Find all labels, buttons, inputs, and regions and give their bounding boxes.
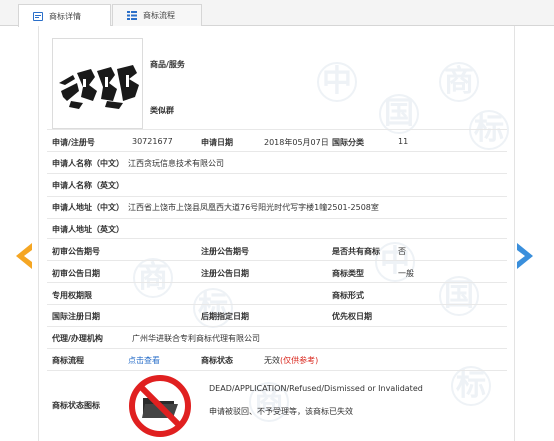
divider [47, 370, 507, 371]
prelim-date-label: 初审公告日期 [52, 269, 100, 278]
invalid-status-icon [129, 375, 191, 437]
agent-label: 代理/办理机构 [52, 334, 103, 343]
shared-trademark-value: 否 [398, 247, 406, 256]
watermark-char: 标 [469, 110, 509, 150]
watermark-char: 标 [451, 366, 491, 406]
tab-trademark-process[interactable]: 商标流程 [112, 4, 202, 26]
status-description-en: DEAD/APPLICATION/Refused/Dismissed or In… [209, 384, 423, 393]
tab-label: 商标详情 [49, 11, 81, 21]
watermark-char: 标 [193, 288, 233, 328]
reg-pub-date-label: 注册公告日期 [201, 269, 249, 278]
divider [47, 238, 507, 239]
address-en-label: 申请人地址（英文） [52, 225, 124, 234]
applicant-en-label: 申请人名称（英文） [52, 181, 124, 190]
shared-trademark-label: 是否共有商标 [332, 247, 380, 256]
trademark-detail-panel: 中 国 商 标 商 标 中 国 商 标 諸葛將 商品/服务 类似群 申请/注册号… [38, 26, 515, 441]
status-icon-label: 商标状态图标 [52, 401, 100, 410]
intl-class-label: 国际分类 [332, 138, 364, 147]
view-flow-link[interactable]: 点击查看 [128, 355, 160, 366]
trademark-form-label: 商标形式 [332, 291, 364, 300]
divider [47, 218, 507, 219]
tab-label: 商标流程 [143, 11, 175, 20]
watermark-char: 国 [379, 94, 419, 134]
apply-date-label: 申请日期 [201, 138, 233, 147]
applicant-cn-value: 江西贪玩信息技术有限公司 [128, 159, 224, 168]
logo-text: 諸葛將 [91, 120, 106, 127]
divider [47, 282, 507, 283]
status-text: 无效 [264, 356, 280, 365]
trademark-logo-image: 諸葛將 [52, 38, 143, 129]
tab-trademark-details[interactable]: 商标详情 [18, 4, 111, 27]
intl-reg-date-label: 国际注册日期 [52, 312, 100, 321]
watermark-char: 商 [133, 258, 173, 298]
id-card-icon [33, 11, 43, 21]
trademark-type-label: 商标类型 [332, 269, 364, 278]
apply-date-value: 2018年05月07日 [264, 138, 329, 147]
trademark-status-value: 无效(仅供参考) [264, 355, 318, 366]
reg-pub-no-label: 注册公告期号 [201, 247, 249, 256]
trademark-logo: 諸葛將 [59, 65, 139, 127]
list-icon [127, 11, 137, 20]
priority-date-label: 优先权日期 [332, 312, 372, 321]
exclusive-period-label: 专用权期限 [52, 291, 92, 300]
divider [47, 129, 507, 130]
trademark-type-value: 一般 [398, 269, 414, 278]
watermark-char: 商 [439, 62, 479, 102]
previous-arrow-icon[interactable] [16, 243, 32, 269]
agent-value: 广州华进联合专利商标代理有限公司 [132, 334, 260, 343]
divider [47, 151, 507, 152]
divider [47, 326, 507, 327]
trademark-flow-label: 商标流程 [52, 356, 84, 365]
similar-group-label: 类似群 [150, 106, 174, 115]
next-arrow-icon[interactable] [517, 243, 533, 269]
status-description-cn: 申请被驳回、不予受理等，该商标已失效 [209, 407, 353, 416]
applicant-cn-label: 申请人名称（中文） [52, 159, 124, 168]
address-cn-label: 申请人地址（中文） [52, 203, 124, 212]
divider [47, 173, 507, 174]
reg-no-label: 申请/注册号 [52, 138, 95, 147]
divider [47, 304, 507, 305]
tab-bar: 商标详情 商标流程 [0, 0, 554, 27]
watermark-char: 中 [317, 62, 357, 102]
divider [47, 348, 507, 349]
address-cn-value: 江西省上饶市上饶县凤凰西大道76号阳光时代写字楼1幢2501-2508室 [128, 203, 379, 212]
status-note: (仅供参考) [280, 356, 319, 365]
divider [47, 196, 507, 197]
prelim-no-label: 初审公告期号 [52, 247, 100, 256]
goods-services-label: 商品/服务 [150, 60, 185, 69]
trademark-status-label: 商标状态 [201, 356, 233, 365]
divider [47, 260, 507, 261]
intl-class-value: 11 [398, 137, 409, 146]
later-designation-date-label: 后期指定日期 [201, 312, 249, 321]
reg-no-value: 30721677 [132, 137, 173, 146]
